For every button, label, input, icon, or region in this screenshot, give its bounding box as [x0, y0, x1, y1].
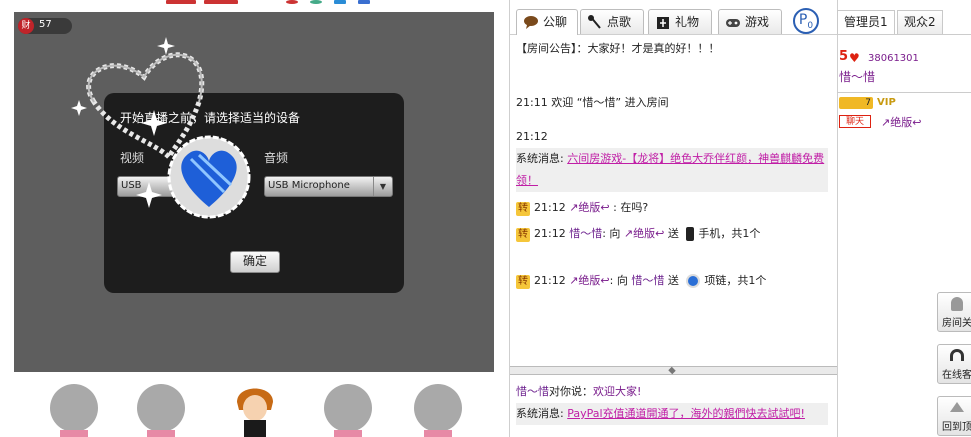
toolbar-icon[interactable] [286, 0, 298, 4]
tab-public-chat[interactable]: 公聊 [516, 9, 578, 35]
user-entry[interactable]: 7 VIP 聊天 ↗绝版↩ [837, 92, 971, 131]
music-note-icon [588, 15, 601, 29]
button-label: 房间关 [942, 318, 971, 329]
tab-label: 公聊 [543, 15, 568, 29]
points-count: 0 [807, 20, 814, 31]
message-text: 对你说： [549, 385, 593, 398]
message-text: 送 [667, 227, 679, 240]
chat-message: 转 21:12 ↗绝版↩ : 在吗? [516, 197, 826, 219]
chat-bubble-icon [524, 16, 538, 29]
host-level: 5 [839, 49, 849, 64]
host-id: 38061301 [868, 53, 919, 64]
username-link[interactable]: ↗绝版↩ [624, 227, 664, 240]
user-name[interactable]: ↗绝版↩ [881, 114, 921, 130]
toolbar-fragment[interactable] [204, 0, 238, 4]
empty-seat-avatar[interactable] [320, 380, 376, 437]
system-message: 系统消息: 六间房游戏-【龙将】绝色大乔伴红颜，神兽麒麟免费领！ [516, 148, 828, 192]
wealth-badge: 财 [18, 18, 34, 34]
points-badge[interactable]: P0 [793, 8, 819, 34]
tab-gifts[interactable]: 礼物 [648, 9, 712, 34]
tab-label: 游戏 [745, 15, 770, 29]
button-label: 在线客 [942, 370, 971, 381]
host-entry[interactable]: 5 ♥ 38061301 惜～惜 [837, 34, 971, 91]
message-text: 欢迎大家! [593, 385, 642, 398]
turn-badge: 转 [516, 228, 530, 242]
lightbulb-icon [951, 297, 963, 311]
username-link[interactable]: ↗绝版↩ [569, 201, 609, 214]
username-link[interactable]: 惜～惜 [631, 274, 664, 287]
message-time: 21:11 [516, 96, 548, 109]
chevron-down-icon[interactable]: ▼ [373, 177, 392, 196]
gift-icon [657, 17, 669, 29]
message-text: 送 [667, 274, 679, 287]
toolbar-icon[interactable] [358, 0, 370, 4]
gift-text: 项链，共1个 [704, 274, 767, 287]
message-text: : 在吗? [613, 201, 649, 214]
tab-song-request[interactable]: 点歌 [580, 9, 644, 34]
tab-viewers[interactable]: 观众2 [897, 10, 943, 34]
top-toolbar-strip [160, 0, 380, 6]
necklace-gift-animation [71, 37, 251, 219]
phone-icon [686, 227, 695, 241]
chat-panel: 公聊 点歌 礼物 游戏 P0 【房间公告】：大家好！才是真的好！！！ 21:11… [509, 0, 838, 437]
chat-badge[interactable]: 聊天 [839, 115, 871, 128]
gift-text: 手机，共1个 [698, 227, 761, 240]
username-link[interactable]: ↗绝版↩ [569, 274, 609, 287]
gamepad-icon [726, 19, 740, 27]
online-service-button[interactable]: 在线客 [937, 344, 971, 384]
paypal-promo-link[interactable]: PayPal充值通道開通了，海外的親們快去試試吧! [567, 407, 805, 420]
empty-seat-avatar[interactable] [46, 380, 102, 437]
empty-seat-avatar[interactable] [133, 380, 189, 437]
turn-badge: 转 [516, 275, 530, 289]
welcome-text: 欢迎 “惜～惜” 进入房间 [551, 96, 669, 109]
host-avatar[interactable] [227, 380, 283, 437]
system-label: 系统消息: [516, 152, 564, 165]
headset-icon [950, 349, 964, 361]
wealth-count: 57 [39, 19, 52, 30]
message-time: 21:12 [534, 274, 566, 287]
gift-message: 转 21:12 ↗绝版↩: 向 惜～惜 送 项链，共1个 [516, 270, 826, 292]
welcome-message: 21:11 欢迎 “惜～惜” 进入房间 [516, 92, 826, 114]
host-name[interactable]: 惜～惜 [839, 68, 875, 85]
necklace-icon [686, 274, 701, 288]
toolbar-icon[interactable] [310, 0, 322, 4]
tab-label: 点歌 [607, 15, 632, 29]
button-label: 回到顶 [942, 422, 971, 433]
turn-badge: 转 [516, 202, 530, 216]
drag-handle-icon[interactable] [668, 366, 676, 375]
message-time: 21:12 [534, 201, 566, 214]
message-time: 21:12 [534, 227, 566, 240]
system-label: 系统消息: [516, 407, 564, 420]
tab-games[interactable]: 游戏 [718, 9, 782, 34]
system-message: 系统消息: PayPal充值通道開通了，海外的親們快去試試吧! [516, 403, 828, 425]
panel-splitter[interactable] [510, 366, 837, 375]
empty-seat-avatar[interactable] [410, 380, 466, 437]
heart-icon: ♥ [849, 51, 860, 65]
confirm-button[interactable]: 确定 [230, 251, 280, 273]
message-text: : 向 [609, 274, 628, 287]
tab-admins[interactable]: 管理员1 [837, 10, 895, 34]
arrow-up-icon [950, 402, 964, 412]
toolbar-fragment[interactable] [166, 0, 196, 4]
username-link[interactable]: 惜～惜 [569, 227, 602, 240]
timestamp: 21:12 [516, 130, 548, 143]
vip-badge: VIP [877, 97, 896, 108]
video-stage: 财 57 开始直播之前，请选择适当的设备 视频 音频 USB ▼ USB Mic… [14, 12, 494, 372]
toolbar-icon[interactable] [334, 0, 346, 4]
level-badge: 7 [839, 97, 873, 109]
tab-label: 礼物 [675, 15, 700, 29]
back-to-top-button[interactable]: 回到顶 [937, 396, 971, 436]
private-message: 惜～惜对你说：欢迎大家! [516, 381, 826, 403]
room-announcement: 【房间公告】：大家好！才是真的好！！！ [516, 42, 720, 55]
username-link[interactable]: 惜～惜 [516, 385, 549, 398]
message-text: : 向 [602, 227, 621, 240]
user-list-panel: 管理员1 观众2 5 ♥ 38061301 惜～惜 7 VIP 聊天 ↗绝版↩ … [837, 0, 971, 437]
gift-message: 转 21:12 惜～惜: 向 ↗绝版↩ 送 手机，共1个 [516, 223, 826, 245]
room-close-button[interactable]: 房间关 [937, 292, 971, 332]
chat-tabs: 公聊 点歌 礼物 游戏 P0 [510, 4, 837, 35]
